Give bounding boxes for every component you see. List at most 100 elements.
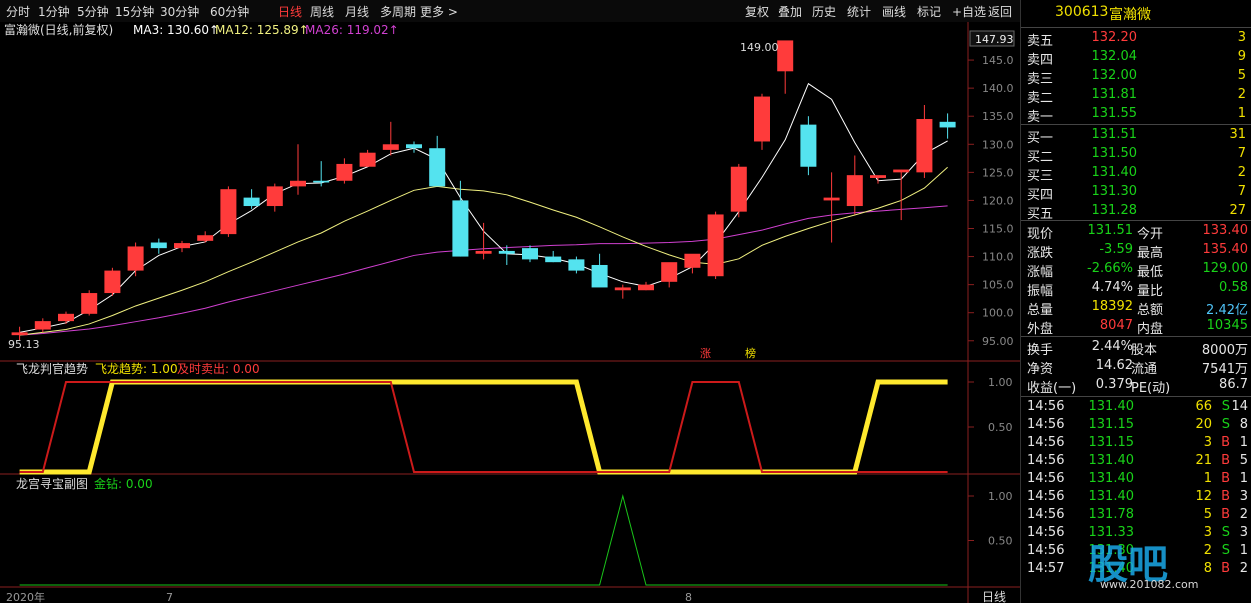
- tick-count: 1: [1239, 471, 1248, 486]
- tick-time: 14:56: [1027, 417, 1065, 432]
- period-tab-8[interactable]: 月线: [345, 3, 369, 20]
- period-tab-10[interactable]: 更多 >: [420, 3, 458, 20]
- period-tab-3[interactable]: 15分钟: [115, 3, 154, 20]
- tick-count: 3: [1239, 489, 1248, 504]
- toolbar-action-1[interactable]: 叠加: [778, 3, 802, 20]
- tick-side: B: [1221, 489, 1230, 504]
- bid-volume: 2: [1237, 165, 1246, 180]
- quote-row: 总量 18392 总额 2.42亿: [1021, 298, 1251, 318]
- sub1-legend-title: 飞龙判官趋势: [16, 361, 88, 376]
- stat-value: 0.379: [1095, 377, 1133, 392]
- bid-volume: 31: [1229, 127, 1246, 142]
- toolbar-action-0[interactable]: 复权: [745, 3, 769, 20]
- stat-value: 86.7: [1219, 377, 1248, 392]
- tick-time: 14:56: [1027, 489, 1065, 504]
- stat-value: 0.58: [1219, 280, 1248, 295]
- quote-row: 现价 131.51 今开 133.40: [1021, 222, 1251, 242]
- period-tab-2[interactable]: 5分钟: [77, 3, 109, 20]
- stat-label: 今开: [1137, 227, 1164, 242]
- quote-row: 买五 131.28 27: [1021, 202, 1251, 222]
- quote-row: 净资 14.62 流通 7541万: [1021, 357, 1251, 377]
- tick-time: 14:56: [1027, 399, 1065, 414]
- stat-label: 总额: [1137, 303, 1164, 318]
- toolbar-action-6[interactable]: +自选: [952, 3, 986, 20]
- ask-label: 卖四: [1027, 53, 1054, 68]
- x-label-year: 2020年: [6, 590, 45, 603]
- candle-body: [290, 180, 306, 187]
- low-price-label: 95.13: [8, 338, 40, 351]
- stat-label: 现价: [1027, 227, 1054, 242]
- stat-label: 收益(一): [1027, 381, 1077, 396]
- candle-body: [313, 180, 330, 183]
- tick-price: 131.40: [1088, 399, 1135, 414]
- candle-body: [406, 144, 422, 149]
- stat-value: 7541万: [1201, 362, 1248, 377]
- stat-value: 2.44%: [1091, 339, 1133, 354]
- bid-price: 131.30: [1091, 184, 1138, 199]
- quote-row: 卖四 132.04 9: [1021, 48, 1251, 68]
- candle-body: [336, 163, 353, 181]
- quote-row: 14:56 131.40 1 B 1: [1021, 470, 1251, 489]
- stat-value: 2.42亿: [1206, 303, 1248, 318]
- y-tick-label: 115.0: [982, 222, 1014, 235]
- ask-price: 131.55: [1091, 106, 1138, 121]
- tick-volume: 1: [1203, 471, 1212, 486]
- kline-chart[interactable]: 145.0 140.0 135.0 130.0 125.0 120.0 115.0 110.0…: [0, 22, 1020, 603]
- tick-time: 14:56: [1027, 471, 1065, 486]
- ask-label: 卖一: [1027, 110, 1054, 125]
- x-label-month7: 7: [166, 591, 173, 603]
- sub2-legend-title: 龙宫寻宝副图: [16, 476, 88, 491]
- stat-value: 8000万: [1201, 343, 1248, 358]
- period-tab-9[interactable]: 多周期: [380, 3, 416, 20]
- bid-label: 买四: [1027, 188, 1054, 203]
- tick-price: 131.78: [1088, 507, 1135, 522]
- stat-value: 129.00: [1202, 261, 1249, 276]
- sub-y-tick: 1.00: [988, 490, 1013, 503]
- period-tab-7[interactable]: 周线: [310, 3, 334, 20]
- period-tab-4[interactable]: 30分钟: [160, 3, 199, 20]
- toolbar-action-4[interactable]: 画线: [882, 3, 906, 20]
- period-tab-0[interactable]: 分时: [6, 3, 30, 20]
- stat-value: 8047: [1099, 318, 1133, 333]
- y-tick-label: 95.00: [982, 335, 1014, 348]
- ask-price: 131.81: [1091, 87, 1138, 102]
- quote-row: 买四 131.30 7: [1021, 183, 1251, 203]
- stat-label: 涨幅: [1027, 265, 1054, 280]
- candle-body: [34, 321, 51, 330]
- stat-value: -2.66%: [1087, 261, 1133, 276]
- tick-volume: 21: [1195, 453, 1212, 468]
- sub1-sell-legend: 及时卖出: 0.00: [177, 362, 260, 376]
- quote-row: 买三 131.40 2: [1021, 164, 1251, 184]
- period-tab-6[interactable]: 日线: [278, 3, 302, 20]
- quote-row: 换手 2.44% 股本 8000万: [1021, 338, 1251, 358]
- tick-side: B: [1221, 471, 1230, 486]
- candle-body: [127, 246, 144, 271]
- ask-volume: 5: [1237, 68, 1246, 83]
- candle-body: [452, 200, 469, 257]
- period-tab-1[interactable]: 1分钟: [38, 3, 70, 20]
- tick-side: S: [1221, 417, 1230, 432]
- bid-price: 131.50: [1091, 146, 1138, 161]
- stat-label: 净资: [1027, 362, 1054, 377]
- stat-label: 股本: [1131, 343, 1158, 358]
- toolbar-action-3[interactable]: 统计: [847, 3, 871, 20]
- y-tick-label: 110.0: [982, 251, 1014, 264]
- stat-label: 最低: [1137, 265, 1164, 280]
- period-indicator[interactable]: 日线: [982, 590, 1006, 603]
- tick-time: 14:56: [1027, 435, 1065, 450]
- period-tab-5[interactable]: 60分钟: [210, 3, 249, 20]
- candle-body: [893, 169, 910, 173]
- toolbar-action-5[interactable]: 标记: [917, 3, 941, 20]
- toolbar-action-7[interactable]: 返回: [988, 3, 1012, 20]
- quote-row: 卖五 132.20 3: [1021, 29, 1251, 49]
- tick-count: 14: [1231, 399, 1248, 414]
- tick-time: 14:56: [1027, 507, 1065, 522]
- ask-price: 132.20: [1091, 30, 1138, 45]
- candle-body: [150, 242, 167, 249]
- quote-row: 买一 131.51 31: [1021, 126, 1251, 146]
- candle-body: [777, 40, 794, 72]
- candle-body: [522, 248, 538, 260]
- stat-label: 内盘: [1137, 322, 1164, 337]
- main-legend-title: 富瀚微(日线,前复权): [4, 22, 113, 37]
- toolbar-action-2[interactable]: 历史: [812, 3, 836, 20]
